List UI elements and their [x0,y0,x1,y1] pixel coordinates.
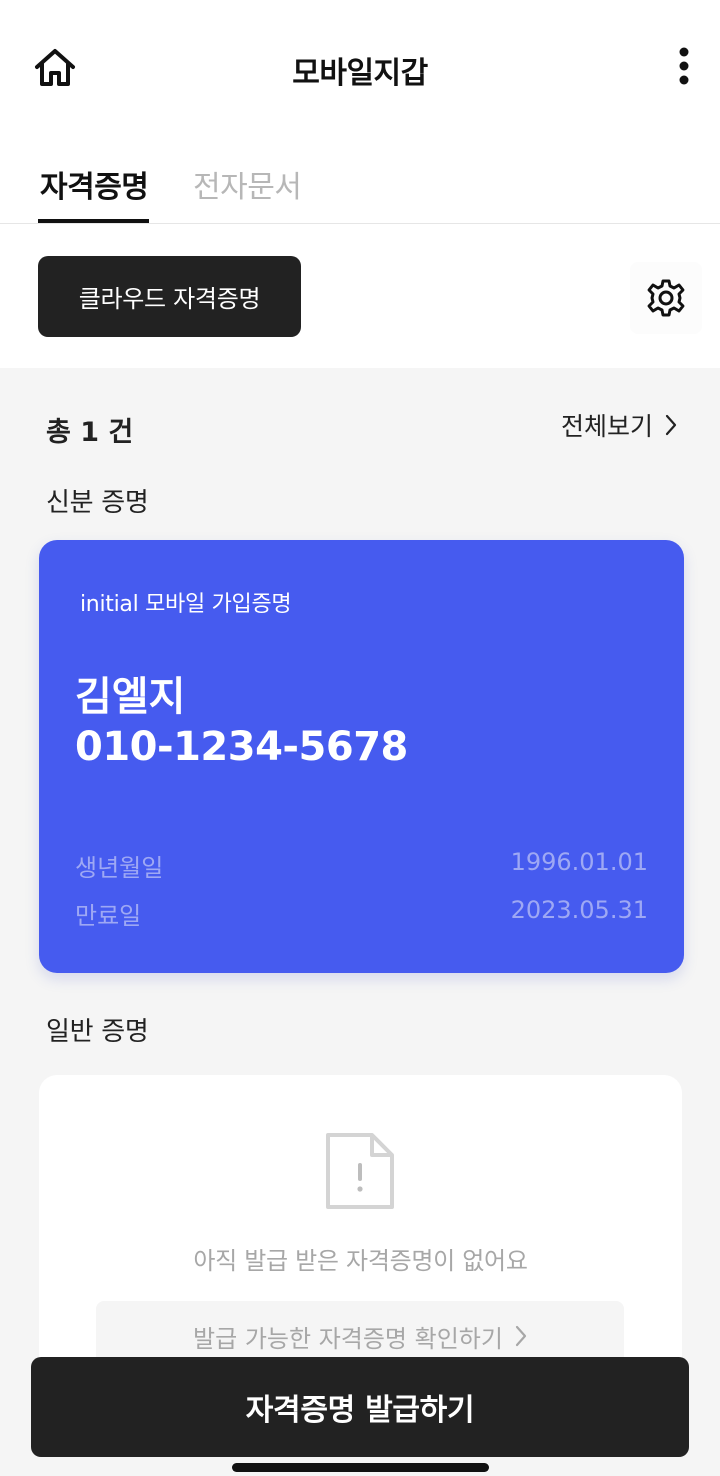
cloud-credentials-button[interactable]: 클라우드 자격증명 [38,256,301,337]
app-header: 모바일지갑 [0,0,720,132]
identity-section-label: 신분 증명 [46,488,149,518]
card-phone-number: 010-1234-5678 [75,724,408,770]
birth-date-value: 1996.01.01 [510,848,648,876]
expiry-date-row: 만료일 2023.05.31 [75,896,648,931]
chevron-right-icon [665,414,677,436]
card-issuer: initial 모바일 가입증명 [80,592,292,617]
tab-credentials[interactable]: 자격증명 [40,162,149,206]
active-tab-indicator [38,219,149,223]
tab-bar: 자격증명 전자문서 [0,140,720,224]
issue-credential-button[interactable]: 자격증명 발급하기 [31,1357,689,1457]
view-all-link[interactable]: 전체보기 [561,408,677,442]
credential-count: 총 1 건 [46,417,134,448]
page-title: 모바일지갑 [292,56,428,91]
card-holder-name: 김엘지 [75,674,186,720]
top-section: 모바일지갑 자격증명 전자문서 클라우드 자격증명 [0,0,720,368]
birth-date-label: 생년월일 [75,854,164,882]
empty-state-message: 아직 발급 받은 자격증명이 없어요 [193,1247,528,1275]
more-menu-button[interactable] [668,44,700,88]
view-all-label: 전체보기 [561,412,654,441]
tab-e-documents[interactable]: 전자문서 [193,162,302,206]
mobile-wallet-screen: 모바일지갑 자격증명 전자문서 클라우드 자격증명 총 1 건 전체보기 신분 … [0,0,720,1476]
more-vertical-icon [679,47,689,85]
chevron-right-icon [515,1325,527,1347]
expiry-date-label: 만료일 [75,902,142,930]
expiry-date-value: 2023.05.31 [510,896,648,924]
birth-date-row: 생년월일 1996.01.01 [75,848,648,883]
id-credential-card[interactable]: initial 모바일 가입증명 김엘지 010-1234-5678 생년월일 … [39,540,684,973]
home-indicator [232,1463,489,1472]
check-available-label: 발급 가능한 자격증명 확인하기 [193,1324,503,1353]
settings-button[interactable] [630,262,702,334]
document-alert-icon [326,1133,394,1209]
general-section-label: 일반 증명 [46,1017,149,1047]
gear-icon [647,279,685,317]
